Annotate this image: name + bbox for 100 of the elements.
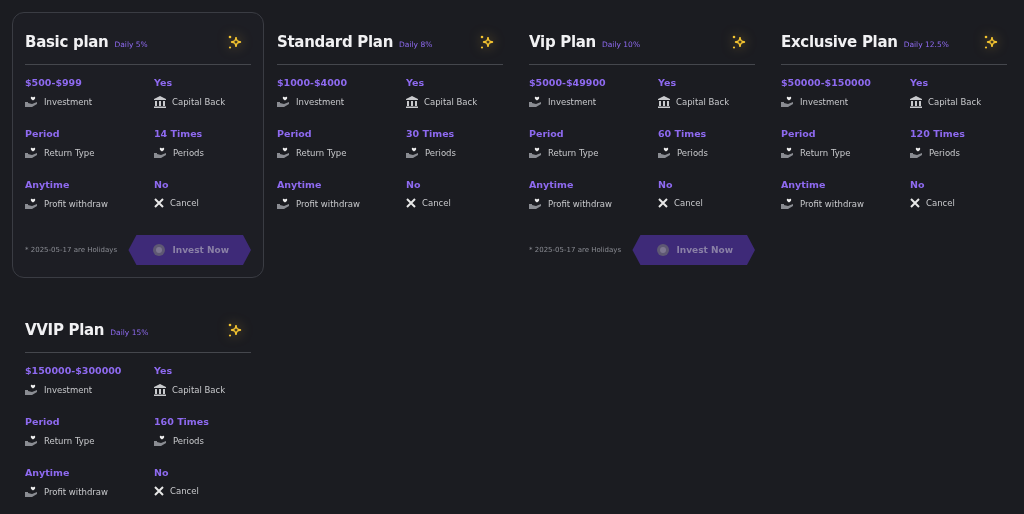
bank-icon — [910, 96, 922, 108]
cross-icon — [154, 198, 164, 208]
plan-value: 160 Times — [154, 416, 210, 427]
cross-icon — [406, 198, 416, 208]
plan-title: Basic plan — [25, 33, 109, 51]
plan-title: Vip Plan — [529, 33, 596, 51]
plan-value: Period — [25, 416, 61, 427]
coin-icon — [152, 243, 167, 257]
sparkle-icon — [227, 322, 243, 338]
plan-label: Cancel — [170, 198, 199, 208]
invest-button[interactable]: Invest Now — [128, 235, 251, 265]
plan-title: VVIP Plan — [25, 321, 105, 339]
plan-value: $150000-$300000 — [25, 365, 123, 376]
hand-heart-icon — [529, 147, 542, 158]
plan-label: Return Type — [44, 147, 95, 158]
plan-value: No — [406, 179, 422, 190]
plan-value: 30 Times — [406, 128, 456, 139]
bank-icon — [658, 96, 670, 108]
bank-icon — [154, 96, 166, 108]
plan-value: Yes — [910, 77, 930, 88]
plan-label: Profit withdraw — [800, 198, 864, 209]
hand-heart-icon — [658, 147, 671, 158]
plan-label: Profit withdraw — [548, 198, 612, 209]
plan-value: No — [154, 467, 170, 478]
plan-value: Yes — [154, 365, 174, 376]
plan-value: $5000-$49900 — [529, 77, 607, 88]
plan-value: Period — [529, 128, 565, 139]
cross-icon — [910, 198, 920, 208]
hand-heart-icon — [781, 96, 794, 107]
plan-label: Return Type — [44, 435, 95, 446]
plan-label: Investment — [44, 384, 93, 395]
plan-label: Capital Back — [676, 97, 730, 107]
plan-value: Anytime — [781, 179, 827, 190]
plan-value: Anytime — [25, 179, 71, 190]
plan-value: $500-$999 — [25, 77, 83, 88]
hand-heart-icon — [25, 486, 38, 497]
plan-value: 14 Times — [154, 128, 204, 139]
plan-value: Period — [277, 128, 313, 139]
plan-label: Return Type — [296, 147, 347, 158]
plan-value: Yes — [406, 77, 426, 88]
plan-label: Capital Back — [172, 385, 226, 395]
hand-heart-icon — [25, 96, 38, 107]
plan-label: Return Type — [548, 147, 599, 158]
plan-value: Yes — [154, 77, 174, 88]
plan-label: Investment — [296, 96, 345, 107]
bank-icon — [406, 96, 418, 108]
hand-heart-icon — [25, 147, 38, 158]
hand-heart-icon — [910, 147, 923, 158]
invest-button[interactable]: Invest Now — [632, 235, 755, 265]
plan-label: Investment — [44, 96, 93, 107]
hand-heart-icon — [25, 435, 38, 446]
plan-value: Anytime — [277, 179, 323, 190]
hand-heart-icon — [781, 198, 794, 209]
hand-heart-icon — [277, 96, 290, 107]
plan-value: $1000-$4000 — [277, 77, 349, 88]
plan-label: Capital Back — [928, 97, 982, 107]
plan-value: Yes — [658, 77, 678, 88]
plan-label: Periods — [425, 147, 456, 158]
plan-label: Capital Back — [424, 97, 478, 107]
plan-label: Periods — [929, 147, 960, 158]
hand-heart-icon — [529, 198, 542, 209]
cross-icon — [154, 486, 164, 496]
plan-label: Capital Back — [172, 97, 226, 107]
plan-label: Cancel — [674, 198, 703, 208]
hand-heart-icon — [781, 147, 794, 158]
hand-heart-icon — [154, 435, 167, 446]
hand-heart-icon — [25, 384, 38, 395]
sparkle-icon — [983, 34, 999, 50]
sparkle-icon — [227, 34, 243, 50]
plan-label: Periods — [173, 435, 204, 446]
plan-value: No — [154, 179, 170, 190]
bank-icon — [154, 384, 166, 396]
plan-value: $50000-$150000 — [781, 77, 872, 88]
hand-heart-icon — [406, 147, 419, 158]
plan-value: Anytime — [25, 467, 71, 478]
hand-heart-icon — [529, 96, 542, 107]
hand-heart-icon — [154, 147, 167, 158]
plan-label: Periods — [677, 147, 708, 158]
plan-value: No — [658, 179, 674, 190]
plan-label: Periods — [173, 147, 204, 158]
sparkle-icon — [731, 34, 747, 50]
plan-value: No — [910, 179, 926, 190]
plan-value: 60 Times — [658, 128, 708, 139]
plan-title: Exclusive Plan — [781, 33, 898, 51]
plan-label: Cancel — [422, 198, 451, 208]
plan-label: Profit withdraw — [296, 198, 360, 209]
plan-value: Period — [781, 128, 817, 139]
plan-value: Anytime — [529, 179, 575, 190]
plan-label: Investment — [800, 96, 849, 107]
plan-value: 120 Times — [910, 128, 966, 139]
sparkle-icon — [479, 34, 495, 50]
plan-label: Cancel — [170, 486, 199, 496]
coin-icon — [656, 243, 671, 257]
plan-label: Profit withdraw — [44, 486, 108, 497]
hand-heart-icon — [277, 147, 290, 158]
plan-label: Return Type — [800, 147, 851, 158]
plan-label: Cancel — [926, 198, 955, 208]
hand-heart-icon — [25, 198, 38, 209]
plan-title: Standard Plan — [277, 33, 394, 51]
cross-icon — [658, 198, 668, 208]
